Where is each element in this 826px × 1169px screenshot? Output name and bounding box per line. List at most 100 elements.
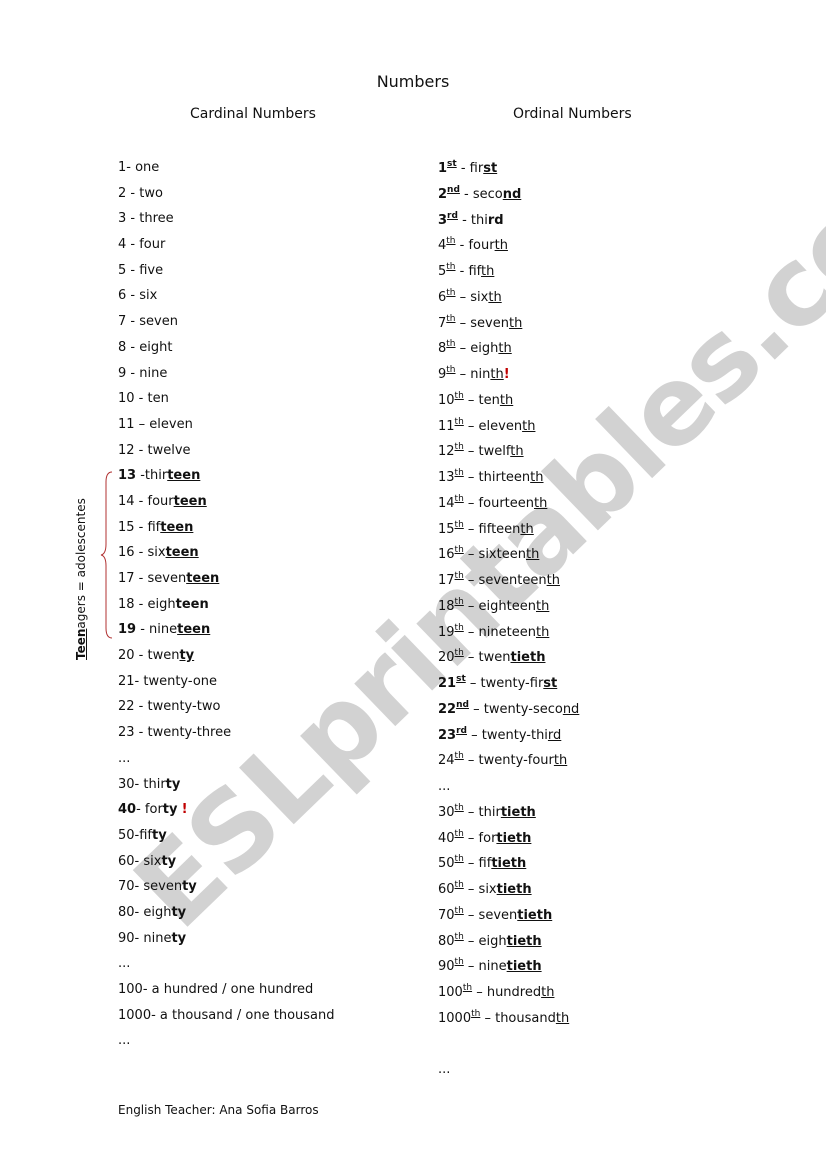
text-segment: tieth xyxy=(496,830,532,846)
text-segment: rd xyxy=(487,212,504,228)
text-segment: 30 xyxy=(438,804,455,820)
text-segment: 3 - three xyxy=(118,211,174,227)
text-segment: 11 xyxy=(438,418,455,434)
ordinal-suffix: th xyxy=(454,931,464,942)
cardinal-row: 19 - nineteen xyxy=(118,620,335,646)
text-segment: ... xyxy=(118,750,131,766)
text-segment: 16 xyxy=(438,547,455,563)
text-segment: – eighteen xyxy=(463,598,536,614)
text-segment: ty xyxy=(182,879,197,895)
text-segment: 2 - two xyxy=(118,185,163,201)
ordinal-suffix: th xyxy=(454,442,464,453)
text-segment: 8 - eight xyxy=(118,339,173,355)
text-segment: – nin xyxy=(455,367,491,382)
text-segment: ty xyxy=(179,648,195,664)
text-segment: th xyxy=(490,367,504,382)
text-segment: ty xyxy=(165,776,181,792)
ordinal-row: 18th – eighteenth xyxy=(438,597,579,623)
cardinal-row: 16 - sixteen xyxy=(118,543,335,569)
ordinal-suffix: th xyxy=(446,313,456,324)
text-segment: 40 xyxy=(438,830,455,846)
ordinal-suffix: th xyxy=(454,828,464,839)
ordinal-suffix: th xyxy=(454,957,464,968)
text-segment: – hundred xyxy=(472,985,542,1000)
cardinal-row: 8 - eight xyxy=(118,338,335,364)
text-segment: 14 xyxy=(438,495,455,511)
ordinal-suffix: th xyxy=(446,236,456,247)
ordinal-row: 50th – fiftieth xyxy=(438,854,579,880)
cardinal-row: 7 - seven xyxy=(118,312,335,338)
cardinal-header: Cardinal Numbers xyxy=(190,106,316,122)
ordinal-row: 20th – twentieth xyxy=(438,648,579,674)
cardinal-row: ... xyxy=(118,749,335,775)
ordinal-row xyxy=(438,1035,579,1061)
ordinal-row: ... xyxy=(438,777,579,803)
text-segment: – seventeen xyxy=(463,573,547,588)
ordinal-suffix: th xyxy=(454,545,464,556)
text-segment: – seven xyxy=(463,907,518,923)
text-segment: – thir xyxy=(463,804,501,820)
text-segment: 22 xyxy=(438,701,457,717)
text-segment: – fifteen xyxy=(463,521,521,537)
text-segment: 7 - seven xyxy=(118,314,178,330)
text-segment: 70- seven xyxy=(118,879,183,895)
text-segment: teen xyxy=(186,571,220,586)
text-segment: teen xyxy=(165,545,199,561)
text-segment: 1- one xyxy=(118,160,160,175)
text-segment: 5 - five xyxy=(118,262,164,278)
text-segment: 60 xyxy=(438,882,455,897)
teenagers-label: Teenagers = adolescentes xyxy=(74,498,88,660)
text-segment: tieth xyxy=(496,882,532,897)
ordinal-suffix: nd xyxy=(447,184,460,195)
cardinal-row: 4 - four xyxy=(118,235,335,261)
cardinal-row: 40- forty ! xyxy=(118,800,335,826)
text-segment: 70 xyxy=(438,907,455,923)
text-segment: th xyxy=(535,598,550,614)
ordinal-row: 22nd – twenty-second xyxy=(438,700,579,726)
text-segment: 10 xyxy=(438,392,455,408)
ordinal-row: 1000th – thousandth xyxy=(438,1009,579,1035)
ordinal-row: 60th – sixtieth xyxy=(438,880,579,906)
text-segment: th xyxy=(530,470,544,485)
ordinal-suffix: th xyxy=(454,571,464,581)
text-segment: – thirteen xyxy=(463,470,531,485)
ordinal-suffix: th xyxy=(446,365,456,375)
ordinal-suffix: th xyxy=(454,880,464,890)
text-segment: ty xyxy=(152,827,167,843)
ordinal-row: 70th – seventieth xyxy=(438,906,579,932)
text-segment: 18 xyxy=(438,598,455,614)
ordinal-row: 17th – seventeenth xyxy=(438,571,579,597)
ordinal-suffix: th xyxy=(454,854,464,865)
text-segment: ... xyxy=(438,1062,451,1078)
text-segment: teen xyxy=(175,596,209,612)
text-segment: 18 - eigh xyxy=(118,596,176,612)
text-segment: - thi xyxy=(457,212,488,228)
teenagers-label-rest: agers = adolescentes xyxy=(74,498,88,629)
ordinal-list: 1st - first 2nd - second 3rd - third 4th - … xyxy=(438,159,579,1086)
cardinal-row: 6 - six xyxy=(118,286,335,312)
text-segment: th xyxy=(535,624,550,640)
ordinal-suffix: th xyxy=(454,493,464,504)
text-segment: 1000- a thousand / one thousand xyxy=(118,1007,335,1023)
text-segment: – sixteen xyxy=(463,547,526,563)
ordinal-row: 14th – fourteenth xyxy=(438,494,579,520)
ordinal-row: 12th – twelfth xyxy=(438,442,579,468)
text-segment: st xyxy=(543,676,558,691)
ordinal-row: 40th – fortieth xyxy=(438,829,579,855)
text-segment: 21- twenty-one xyxy=(118,673,218,689)
cardinal-row: 14 - fourteen xyxy=(118,492,335,518)
ordinal-header: Ordinal Numbers xyxy=(513,106,632,122)
footer-credit: English Teacher: Ana Sofia Barros xyxy=(118,1103,319,1117)
text-segment: 50-fif xyxy=(118,827,152,843)
cardinal-row: 15 - fifteen xyxy=(118,518,335,544)
ordinal-row: 30th – thirtieth xyxy=(438,803,579,829)
curly-brace-icon xyxy=(100,471,113,639)
text-segment: tieth xyxy=(510,650,546,666)
cardinal-row: 1- one xyxy=(118,158,335,184)
ordinal-row: 4th - fourth xyxy=(438,236,579,262)
text-segment: – twenty-thi xyxy=(466,727,548,743)
text-segment: – ten xyxy=(463,392,500,408)
cardinal-row: 1000- a thousand / one thousand xyxy=(118,1006,335,1032)
cardinal-row: 2 - two xyxy=(118,184,335,210)
text-segment: 10 - ten xyxy=(118,391,169,407)
